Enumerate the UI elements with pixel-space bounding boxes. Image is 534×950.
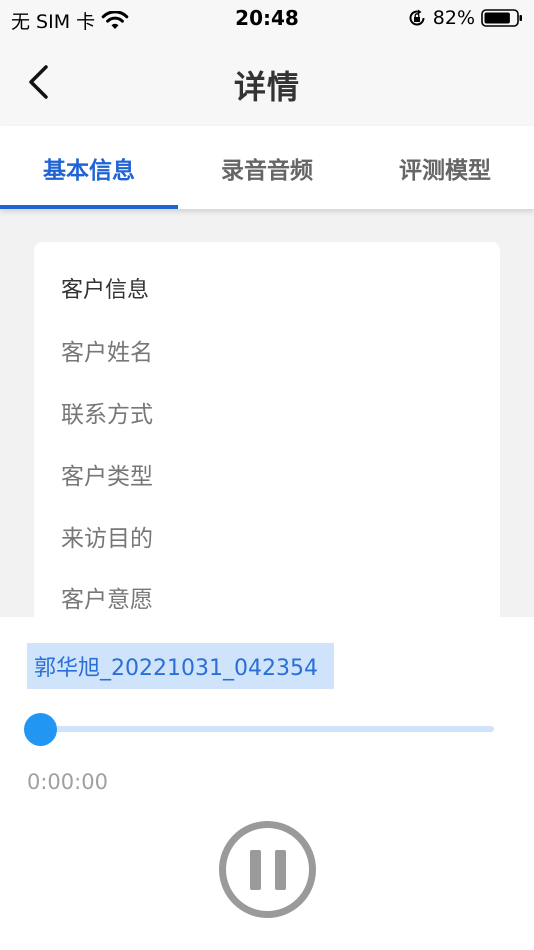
field-customer-intent: 客户意愿 <box>61 587 153 613</box>
progress-slider-thumb[interactable] <box>24 713 57 746</box>
tab-indicator <box>0 205 178 209</box>
field-contact: 联系方式 <box>61 402 153 428</box>
tab-evaluation-model[interactable]: 评测模型 <box>356 126 534 209</box>
page-title: 详情 <box>233 68 300 106</box>
customer-info-card: 客户信息 客户姓名 联系方式 客户类型 来访目的 客户意愿 <box>34 242 500 617</box>
status-bar: 无 SIM 卡 20:48 82% <box>0 0 534 38</box>
pause-button[interactable] <box>219 821 316 918</box>
audio-file-name[interactable]: 郭华旭_20221031_042354 <box>27 643 334 689</box>
battery-icon <box>481 9 522 27</box>
rotation-lock-icon <box>409 9 425 26</box>
status-right: 82% <box>407 7 523 29</box>
tab-label: 录音音频 <box>221 157 313 184</box>
tab-label: 评测模型 <box>399 157 491 184</box>
content-area[interactable]: 客户信息 客户姓名 联系方式 客户类型 来访目的 客户意愿 <box>0 209 534 617</box>
pause-bar <box>274 849 286 890</box>
pause-icon <box>249 849 286 890</box>
progress-track[interactable] <box>40 726 494 732</box>
tab-basic-info[interactable]: 基本信息 <box>0 126 178 209</box>
nav-header: 详情 <box>0 38 534 126</box>
current-time: 0:00:00 <box>27 770 108 794</box>
field-customer-name: 客户姓名 <box>61 340 153 366</box>
audio-player: 郭华旭_20221031_042354 0:00:00 <box>0 617 534 950</box>
field-visit-purpose: 来访目的 <box>61 526 153 552</box>
tab-label: 基本信息 <box>43 157 135 184</box>
tab-audio-recording[interactable]: 录音音频 <box>178 126 356 209</box>
card-title: 客户信息 <box>61 278 150 303</box>
pause-bar <box>249 849 261 890</box>
battery-percent: 82% <box>432 7 475 29</box>
tab-bar: 基本信息 录音音频 评测模型 <box>0 126 534 209</box>
field-customer-type: 客户类型 <box>61 464 153 490</box>
